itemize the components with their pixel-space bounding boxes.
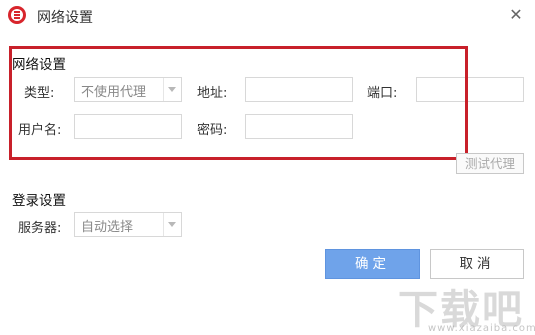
watermark: 下载吧 www.xiazaiba.com (398, 277, 535, 335)
server-label: 服务器: (18, 221, 62, 236)
watermark-url: www.xiazaiba.com (428, 323, 535, 334)
server-select[interactable]: 自动选择 (74, 212, 182, 237)
login-section-title: 登录设置 (12, 193, 66, 209)
close-icon[interactable]: ✕ (507, 6, 525, 24)
server-value: 自动选择 (81, 220, 134, 235)
dialog-title: 网络设置 (37, 10, 93, 26)
title-bar: 网络设置 ✕ (0, 0, 535, 34)
cancel-button[interactable]: 取消 (430, 249, 524, 279)
test-proxy-button[interactable]: 测试代理 (456, 153, 524, 174)
highlight-frame (9, 46, 468, 160)
ok-button[interactable]: 确定 (325, 249, 420, 279)
dropdown-arrow-area (163, 213, 181, 236)
chevron-down-icon (168, 222, 176, 227)
network-settings-dialog: 网络设置 ✕ 网络设置 类型: 不使用代理 地址: 端口: 用户名: 密码: 测… (0, 0, 535, 335)
app-logo-icon (8, 6, 26, 24)
